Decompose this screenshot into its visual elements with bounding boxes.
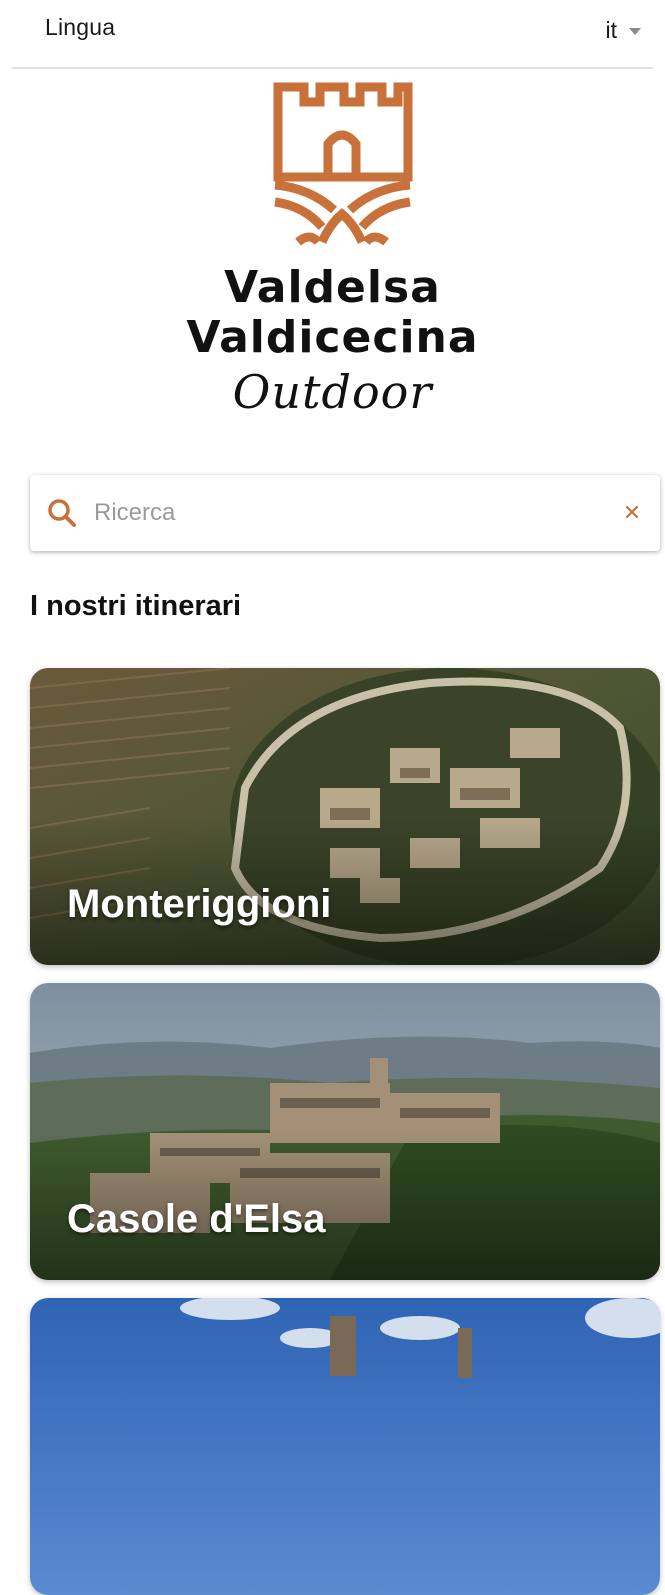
logo-text-line2: Valdicecina bbox=[186, 312, 479, 363]
language-bar: Lingua it bbox=[0, 0, 665, 69]
itinerary-card-monteriggioni[interactable]: Monteriggioni bbox=[30, 668, 660, 965]
language-select[interactable]: it bbox=[605, 10, 641, 50]
search-input[interactable] bbox=[94, 493, 594, 533]
itinerary-title: Monteriggioni bbox=[67, 882, 332, 926]
language-value: it bbox=[605, 16, 618, 43]
language-label: Lingua bbox=[45, 14, 116, 40]
itinerary-card-casole-delsa[interactable]: Casole d'Elsa bbox=[30, 983, 660, 1280]
itinerary-image bbox=[30, 1298, 660, 1595]
castle-logo-icon bbox=[273, 82, 413, 246]
search-icon[interactable] bbox=[46, 497, 78, 529]
search-bar: ✕ bbox=[30, 475, 660, 551]
section-title: I nostri itinerari bbox=[30, 590, 242, 622]
close-icon[interactable]: ✕ bbox=[618, 499, 646, 527]
brand-logo: Valdelsa Valdicecina Outdoor bbox=[0, 82, 665, 432]
itinerary-card[interactable] bbox=[30, 1298, 660, 1595]
chevron-down-icon bbox=[629, 27, 641, 35]
logo-text-line1: Valdelsa bbox=[224, 262, 441, 313]
divider bbox=[12, 67, 653, 69]
logo-text-line3: Outdoor bbox=[232, 365, 433, 419]
itinerary-title: Casole d'Elsa bbox=[67, 1197, 326, 1241]
